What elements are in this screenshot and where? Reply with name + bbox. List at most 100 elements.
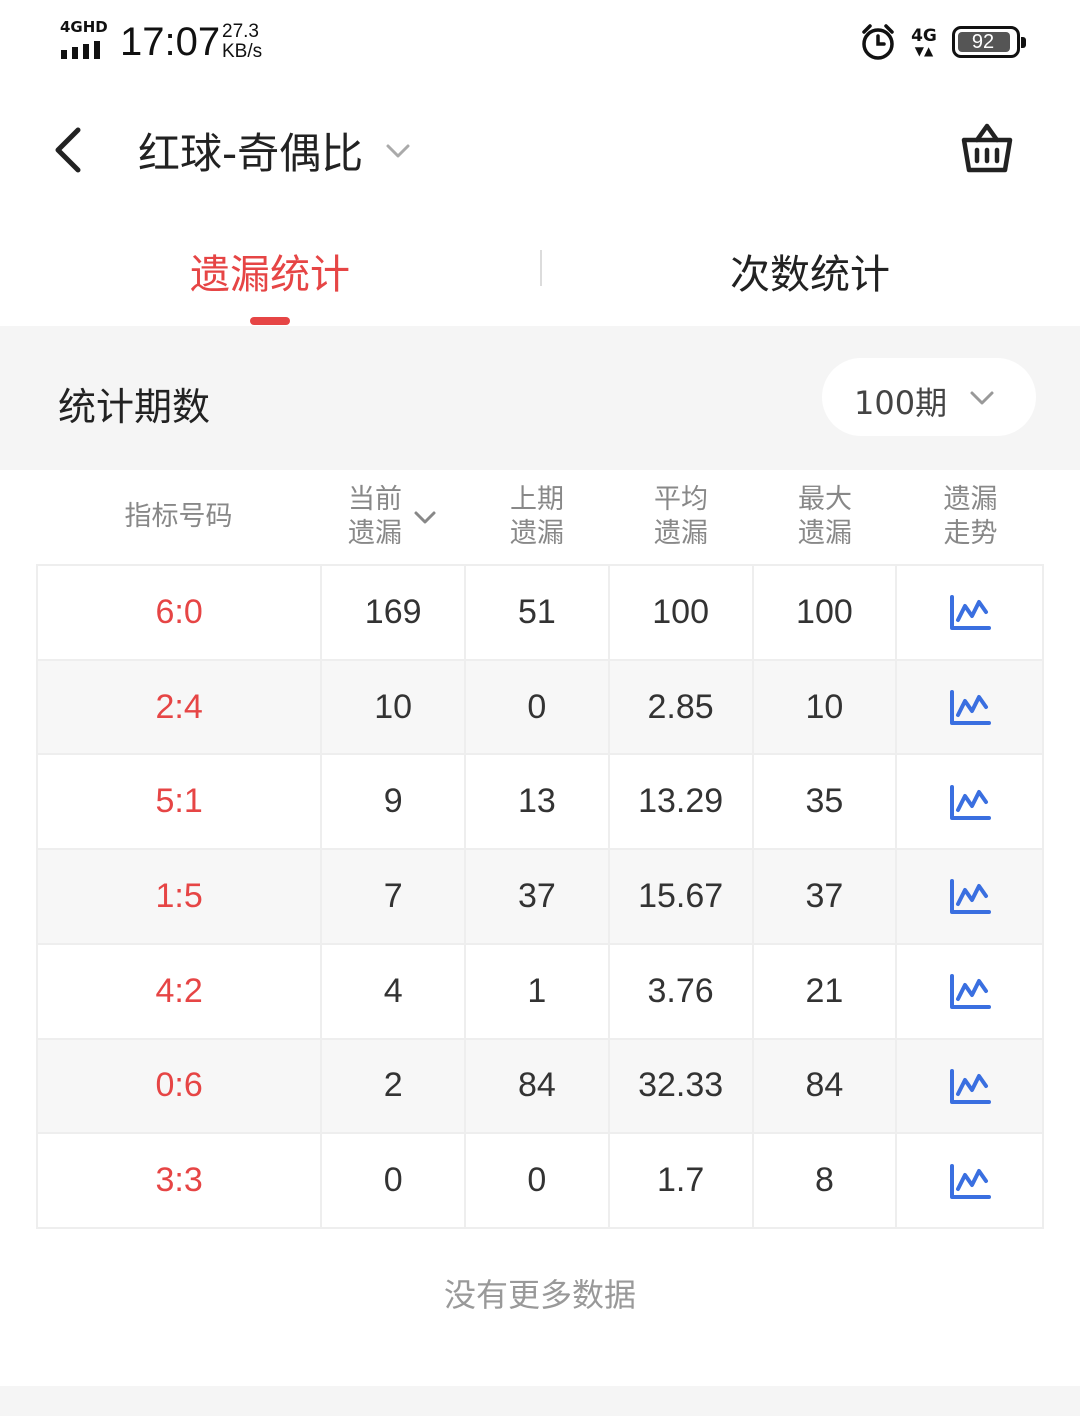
cell-code: 4:2 (35, 942, 323, 1040)
signal-bars-icon (61, 41, 100, 59)
data-arrows-icon: ▼▲ (914, 44, 934, 58)
table-row: 1:5 7 37 15.67 37 (35, 848, 1044, 945)
basket-icon[interactable] (960, 120, 1014, 176)
cell-previous-miss: 13 (464, 753, 610, 851)
cell-code: 0:6 (35, 1037, 323, 1135)
trend-chart-icon[interactable] (948, 878, 992, 916)
page-title-dropdown[interactable]: 红球-奇偶比 (138, 120, 413, 181)
app-header: 红球-奇偶比 (0, 100, 1080, 200)
network-speed: 27.3 KB/s (222, 22, 262, 62)
table-row: 2:4 10 0 2.85 10 (35, 658, 1044, 756)
stats-table: 6:0 169 51 100 100 2:4 10 0 2.85 10 5:1 … (35, 564, 1044, 1229)
header-current-miss-line2: 遗漏 (348, 518, 402, 549)
battery-icon: 92 (952, 26, 1026, 58)
header-trend-line2: 走势 (943, 518, 998, 549)
cell-current-miss: 9 (320, 753, 467, 851)
header-previous-miss: 上期 遗漏 (465, 470, 609, 564)
header-current-miss[interactable]: 当前 遗漏 (321, 470, 465, 564)
cell-average-miss: 100 (607, 564, 754, 661)
cell-trend[interactable] (895, 848, 1044, 945)
cell-average-miss: 1.7 (607, 1132, 754, 1229)
cell-average-miss: 13.29 (607, 753, 754, 851)
cell-max-miss: 35 (751, 753, 898, 851)
header-average-miss: 平均 遗漏 (609, 470, 753, 564)
header-trend: 遗漏 走势 (897, 470, 1044, 564)
cell-max-miss: 21 (751, 942, 898, 1040)
clock: 17:07 (120, 20, 221, 64)
period-row: 统计期数 100期 (0, 326, 1080, 470)
alarm-icon (862, 24, 894, 60)
cell-max-miss: 8 (751, 1132, 898, 1229)
cell-current-miss: 7 (320, 848, 467, 945)
table-row: 4:2 4 1 3.76 21 (35, 942, 1044, 1040)
header-average-miss-line2: 遗漏 (654, 518, 708, 549)
trend-chart-icon[interactable] (948, 689, 992, 727)
network-speed-unit: KB/s (222, 41, 263, 62)
cell-code: 5:1 (35, 753, 323, 851)
trend-chart-icon[interactable] (948, 973, 992, 1011)
chevron-down-icon (386, 144, 410, 157)
cell-current-miss: 4 (320, 942, 467, 1040)
header-trend-line1: 遗漏 (943, 484, 998, 515)
cell-average-miss: 2.85 (607, 658, 754, 756)
cell-trend[interactable] (895, 942, 1044, 1040)
stats-table-card: 指标号码 当前 遗漏 上期 遗漏 平均 遗漏 最大 遗漏 遗漏 走势 6:0 1… (0, 470, 1080, 1386)
period-selected-value: 100期 (854, 384, 948, 422)
cell-trend[interactable] (895, 658, 1044, 756)
table-row: 3:3 0 0 1.7 8 (35, 1132, 1044, 1229)
cell-previous-miss: 37 (464, 848, 610, 945)
header-code-label: 指标号码 (124, 501, 233, 532)
cell-max-miss: 10 (751, 658, 898, 756)
active-tab-indicator (250, 317, 290, 325)
cell-average-miss: 15.67 (607, 848, 754, 945)
trend-chart-icon[interactable] (948, 1068, 992, 1106)
header-max-miss-line2: 遗漏 (798, 518, 852, 549)
header-code: 指标号码 (36, 470, 321, 564)
cell-code: 1:5 (35, 848, 323, 945)
back-icon[interactable] (48, 122, 88, 178)
cell-previous-miss: 1 (464, 942, 610, 1040)
battery-nub (1021, 37, 1026, 48)
no-more-data-text: 没有更多数据 (443, 1276, 636, 1314)
cell-current-miss: 0 (320, 1132, 467, 1229)
cell-max-miss: 84 (751, 1037, 898, 1135)
header-previous-miss-line2: 遗漏 (510, 518, 564, 549)
cell-code: 6:0 (35, 564, 323, 661)
cell-trend[interactable] (895, 1132, 1044, 1229)
header-average-miss-line1: 平均 (654, 484, 708, 515)
period-select[interactable]: 100期 (822, 358, 1036, 436)
status-icons: 4G ▼▲ 92 (860, 22, 1026, 62)
chevron-down-icon (970, 391, 994, 405)
header-current-miss-line1: 当前 (348, 484, 402, 515)
network-tag: 4GHD (60, 18, 108, 36)
cell-current-miss: 2 (320, 1037, 467, 1135)
battery-level: 92 (971, 30, 995, 53)
trend-chart-icon[interactable] (948, 1163, 992, 1201)
table-row: 6:0 169 51 100 100 (35, 564, 1044, 661)
trend-chart-icon[interactable] (948, 784, 992, 822)
network-speed-value: 27.3 (222, 21, 259, 42)
header-max-miss-line1: 最大 (798, 484, 852, 515)
header-previous-miss-line1: 上期 (510, 484, 564, 515)
cell-max-miss: 37 (751, 848, 898, 945)
cell-current-miss: 169 (320, 564, 467, 661)
net-type-indicator: 4G ▼▲ (910, 27, 938, 57)
trend-chart-icon[interactable] (948, 594, 992, 632)
tab-miss-stats[interactable]: 遗漏统计 (0, 242, 540, 300)
header-current-miss-label: 当前 遗漏 (348, 483, 402, 551)
tab-bar: 遗漏统计 次数统计 (0, 222, 1080, 326)
cell-average-miss: 32.33 (607, 1037, 754, 1135)
cell-trend[interactable] (895, 1037, 1044, 1135)
cell-previous-miss: 0 (464, 1132, 610, 1229)
cell-max-miss: 100 (751, 564, 898, 661)
cell-trend[interactable] (895, 753, 1044, 851)
cell-code: 3:3 (35, 1132, 323, 1229)
tab-count-stats[interactable]: 次数统计 (540, 242, 1080, 300)
cell-trend[interactable] (895, 564, 1044, 661)
cell-average-miss: 3.76 (607, 942, 754, 1040)
table-header: 指标号码 当前 遗漏 上期 遗漏 平均 遗漏 最大 遗漏 遗漏 走势 (36, 470, 1044, 564)
period-label: 统计期数 (58, 385, 211, 429)
cell-code: 2:4 (35, 658, 323, 756)
signal-indicator: 4GHD (58, 18, 110, 59)
cell-current-miss: 10 (320, 658, 467, 756)
